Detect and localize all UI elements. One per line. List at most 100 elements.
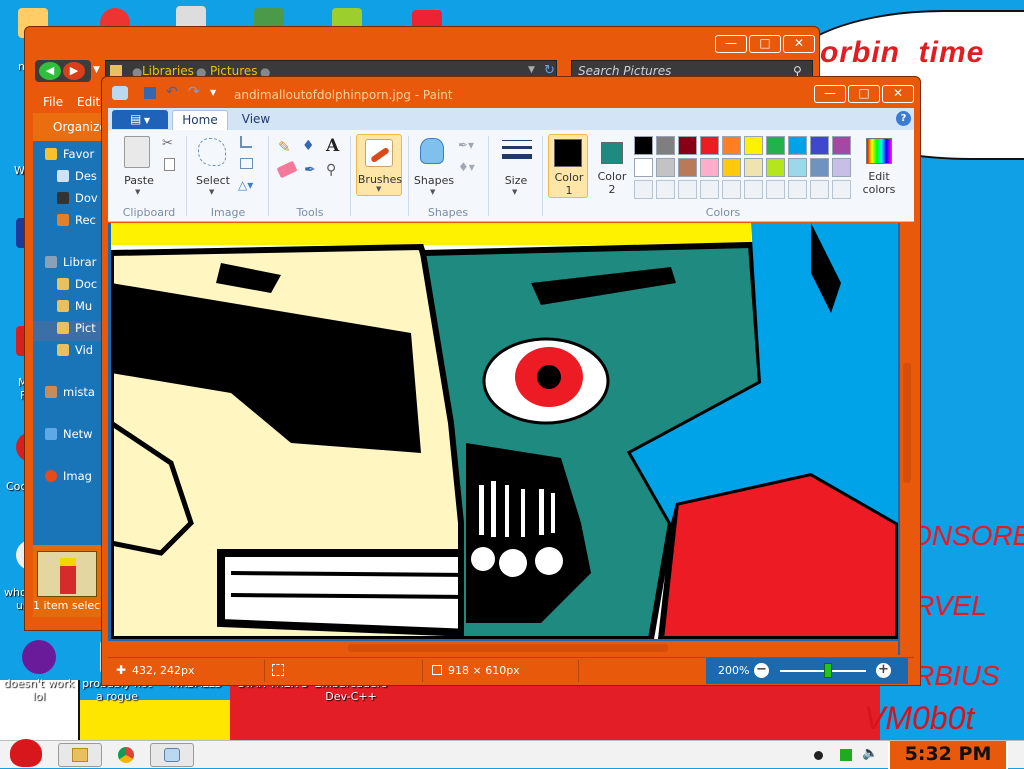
palette-swatch[interactable] — [788, 158, 807, 177]
drawing-canvas[interactable] — [111, 223, 898, 639]
quick-access-undo-icon[interactable]: ↶ — [166, 84, 178, 100]
palette-custom-slot[interactable] — [722, 180, 741, 199]
zoom-slider-handle[interactable] — [824, 663, 832, 678]
palette-swatch[interactable] — [700, 158, 719, 177]
canvas-horizontal-scrollbar[interactable] — [108, 641, 898, 655]
color1-button[interactable]: Color 1 — [548, 134, 588, 198]
nav-downloads[interactable]: Dov — [33, 191, 105, 211]
eraser-icon[interactable] — [276, 160, 298, 179]
magnifier-icon[interactable]: ⚲ — [326, 162, 336, 178]
recent-pages-dropdown[interactable]: ▼ — [93, 65, 100, 75]
paint-close-button[interactable]: ✕ — [882, 85, 914, 103]
palette-swatch[interactable] — [788, 136, 807, 155]
palette-custom-slot[interactable] — [656, 180, 675, 199]
nav-network[interactable]: Netw — [33, 427, 105, 447]
palette-custom-slot[interactable] — [810, 180, 829, 199]
palette-custom-slot[interactable] — [788, 180, 807, 199]
palette-custom-slot[interactable] — [678, 180, 697, 199]
nav-videos[interactable]: Vid — [33, 343, 105, 363]
paint-titlebar[interactable]: ↶ ↷ ▼ andimalloutofdolphinporn.jpg - Pai… — [102, 77, 920, 107]
back-button[interactable]: ◀ — [39, 62, 61, 80]
paint-app-icon[interactable] — [112, 86, 128, 100]
palette-swatch[interactable] — [700, 136, 719, 155]
palette-swatch[interactable] — [634, 158, 653, 177]
shapes-button[interactable]: Shapes ▼ — [412, 134, 456, 200]
nav-pictures[interactable]: Pict — [33, 321, 105, 341]
address-dropdown-icon[interactable]: ▼ — [528, 65, 535, 75]
nav-desktop[interactable]: Des — [33, 169, 105, 189]
tray-volume-icon[interactable]: 🔈 — [862, 746, 878, 761]
taskbar-explorer-button[interactable] — [58, 743, 102, 767]
nav-music[interactable]: Mu — [33, 299, 105, 319]
palette-swatch[interactable] — [766, 158, 785, 177]
brushes-button[interactable]: Brushes ▼ — [356, 134, 402, 196]
nav-recent[interactable]: Rec — [33, 213, 105, 233]
canvas-vertical-scrollbar[interactable] — [900, 223, 914, 655]
palette-swatch[interactable] — [744, 136, 763, 155]
zoom-in-button[interactable]: + — [876, 663, 891, 678]
taskbar-paint-button[interactable] — [150, 743, 194, 767]
vertical-scroll-thumb[interactable] — [903, 363, 911, 483]
paste-button[interactable]: Paste ▼ — [118, 134, 160, 200]
nav-documents[interactable]: Doc — [33, 277, 105, 297]
outline-icon[interactable]: ✒▾ — [458, 138, 474, 152]
fill-bucket-icon[interactable]: ♦ — [302, 138, 320, 156]
menu-file[interactable]: File — [43, 95, 63, 109]
palette-swatch[interactable] — [744, 158, 763, 177]
text-tool-icon[interactable]: A — [326, 136, 339, 156]
rotate-icon[interactable]: △▾ — [238, 178, 253, 192]
quick-access-dropdown-icon[interactable]: ▼ — [210, 88, 216, 97]
color-picker-icon[interactable]: ✒ — [304, 162, 316, 178]
forward-button[interactable]: ▶ — [63, 62, 85, 80]
nav-libraries[interactable]: Librar — [33, 255, 105, 275]
organize-button[interactable]: Organize — [33, 115, 107, 141]
tab-home[interactable]: Home — [172, 110, 228, 130]
palette-custom-slot[interactable] — [744, 180, 763, 199]
zoom-slider-track[interactable] — [780, 670, 866, 672]
palette-swatch[interactable] — [810, 136, 829, 155]
menu-edit[interactable]: Edit — [77, 95, 100, 109]
palette-swatch[interactable] — [656, 158, 675, 177]
tab-view[interactable]: View — [232, 110, 280, 130]
paint-window[interactable]: ↶ ↷ ▼ andimalloutofdolphinporn.jpg - Pai… — [101, 76, 921, 686]
taskbar-clock[interactable]: 5:32 PM — [888, 741, 1008, 769]
palette-swatch[interactable] — [766, 136, 785, 155]
palette-swatch[interactable] — [678, 158, 697, 177]
resize-icon[interactable] — [240, 158, 253, 169]
palette-swatch[interactable] — [832, 158, 851, 177]
tray-action-center-icon[interactable] — [814, 751, 823, 760]
palette-swatch[interactable] — [832, 136, 851, 155]
palette-custom-slot[interactable] — [700, 180, 719, 199]
select-button[interactable]: Select ▼ — [192, 134, 234, 200]
nav-user[interactable]: mista — [33, 385, 105, 405]
palette-swatch[interactable] — [634, 136, 653, 155]
edit-colors-button[interactable]: Edit colors — [854, 134, 904, 198]
taskbar-chrome-button[interactable] — [104, 743, 148, 767]
palette-swatch[interactable] — [722, 158, 741, 177]
nav-favorites[interactable]: Favor — [33, 147, 105, 167]
quick-access-save-icon[interactable] — [144, 87, 156, 99]
color2-button[interactable]: Color 2 — [592, 134, 632, 198]
cut-icon[interactable]: ✂ — [162, 136, 173, 151]
explorer-maximize-button[interactable]: □ — [749, 35, 781, 53]
paint-maximize-button[interactable]: □ — [848, 85, 880, 103]
tray-network-icon[interactable] — [840, 749, 852, 761]
paint-minimize-button[interactable]: — — [814, 85, 846, 103]
file-thumbnail[interactable] — [37, 551, 97, 597]
paint-file-menu-button[interactable]: ▤ ▼ — [112, 110, 168, 129]
palette-custom-slot[interactable] — [832, 180, 851, 199]
palette-custom-slot[interactable] — [766, 180, 785, 199]
horizontal-scroll-thumb[interactable] — [348, 644, 668, 652]
palette-swatch[interactable] — [722, 136, 741, 155]
explorer-minimize-button[interactable]: — — [715, 35, 747, 53]
pencil-icon[interactable]: ✎ — [278, 138, 296, 156]
palette-swatch[interactable] — [678, 136, 697, 155]
zoom-out-button[interactable]: − — [754, 663, 769, 678]
palette-swatch[interactable] — [656, 136, 675, 155]
size-button[interactable]: Size ▼ — [496, 134, 536, 200]
explorer-close-button[interactable]: ✕ — [783, 35, 815, 53]
start-button[interactable] — [2, 735, 50, 769]
palette-swatch[interactable] — [810, 158, 829, 177]
fill-icon[interactable]: ♦▾ — [458, 160, 475, 174]
desktop-icon-doesnt-work[interactable]: doesn't work lol — [2, 640, 76, 703]
